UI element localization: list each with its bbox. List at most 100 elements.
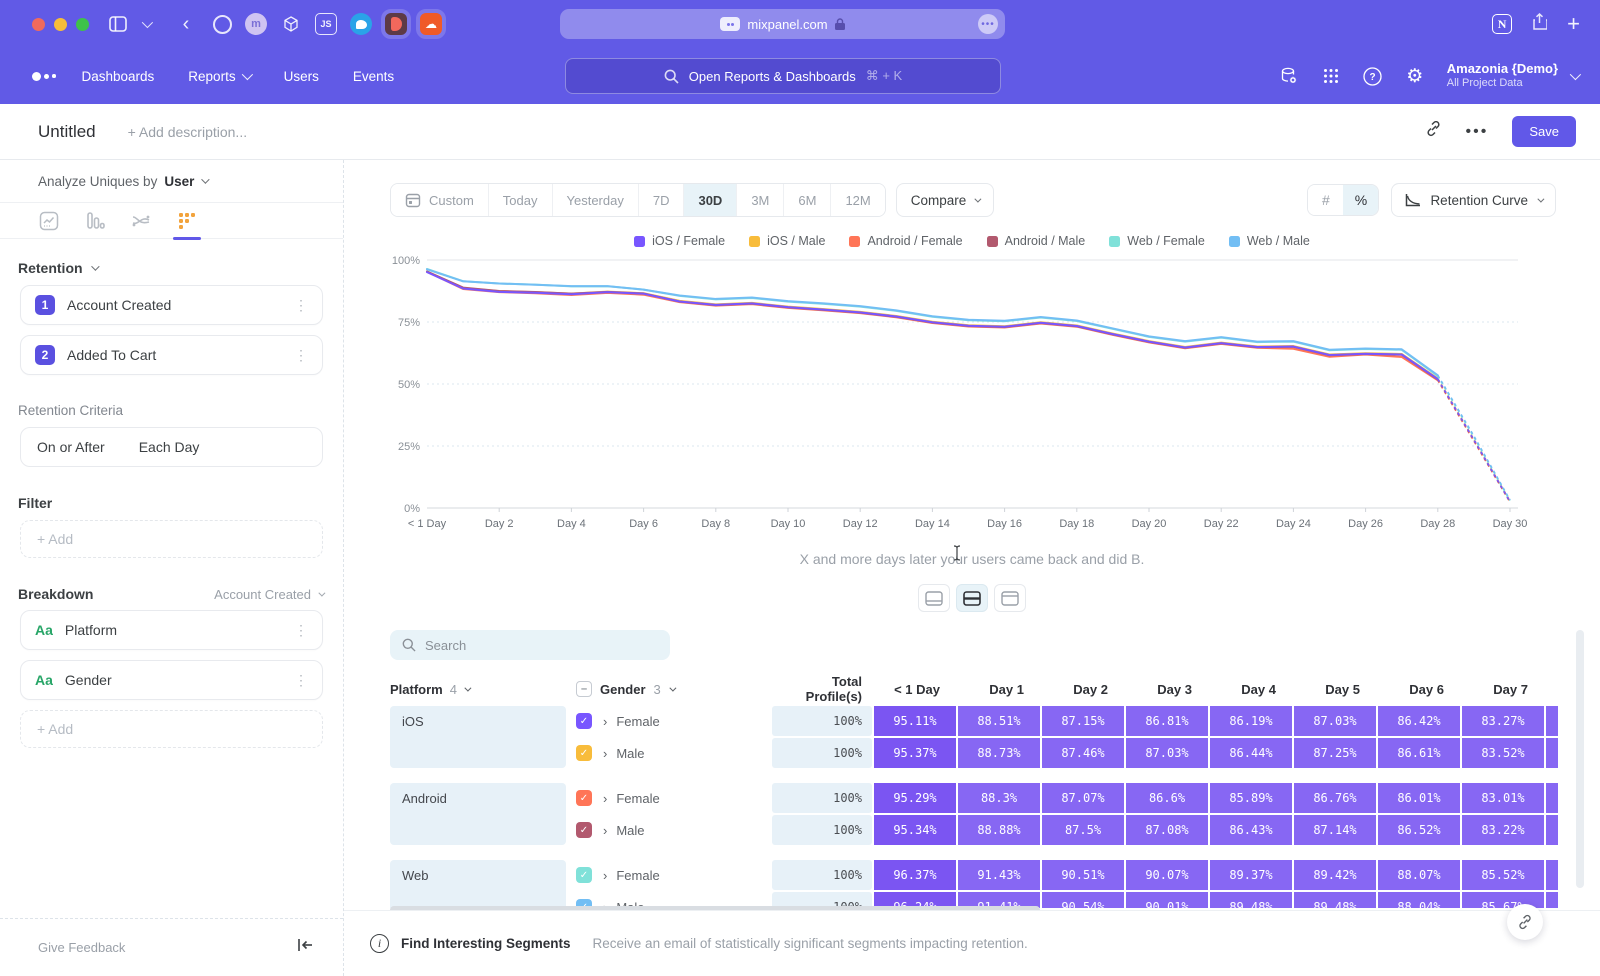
copy-link-icon[interactable] [1425, 121, 1442, 143]
row-checkbox[interactable]: ✓ [576, 745, 592, 761]
close-window-button[interactable] [32, 18, 45, 31]
table-row[interactable]: ✓›Male100%95.37%88.73%87.46%87.03%86.44%… [576, 738, 1558, 768]
retention-value-cell[interactable]: 87.08% [1126, 815, 1208, 845]
retention-value-cell[interactable]: 86.19% [1210, 706, 1292, 736]
mixpanel-logo[interactable] [32, 72, 56, 81]
table-row[interactable]: ✓›Female100%95.29%88.3%87.07%86.6%85.89%… [576, 783, 1558, 813]
save-button[interactable]: Save [1512, 116, 1576, 147]
apps-grid-icon[interactable] [1321, 66, 1341, 86]
new-tab-icon[interactable]: + [1567, 11, 1580, 37]
view-chart-only-button[interactable] [918, 584, 950, 612]
add-breakdown-button[interactable]: + Add [20, 710, 323, 748]
retention-value-cell[interactable]: 95.11% [874, 706, 956, 736]
tab-funnels[interactable] [84, 207, 106, 235]
chevron-right-icon[interactable]: › [603, 823, 607, 838]
table-row[interactable]: ✓›Female100%95.11%88.51%87.15%86.81%86.1… [576, 706, 1558, 736]
retention-value-cell[interactable]: 90.54% [1042, 892, 1124, 908]
date-range-today[interactable]: Today [489, 184, 553, 216]
row-checkbox[interactable]: ✓ [576, 790, 592, 806]
row-checkbox[interactable]: ✓ [576, 713, 592, 729]
extension-icons[interactable]: m JS ☁ [213, 13, 442, 35]
retention-value-cell[interactable]: 86.6% [1126, 783, 1208, 813]
day-column-header[interactable]: Day 5 [1292, 682, 1376, 697]
url-more-icon[interactable]: ••• [978, 14, 998, 34]
breakdown-property-name[interactable]: Platform [65, 622, 282, 638]
retention-line-chart[interactable]: 100%75%50%25%0%< 1 DayDay 2Day 4Day 6Day… [390, 254, 1560, 540]
retention-value-cell[interactable]: 86.42% [1378, 706, 1460, 736]
cube-extension-icon[interactable] [280, 13, 302, 35]
date-range-30d[interactable]: 30D [684, 184, 737, 216]
kebab-menu-icon[interactable]: ⋮ [294, 347, 308, 364]
retention-value-cell[interactable]: 90.01% [1126, 892, 1208, 908]
retention-value-cell[interactable]: 89.48% [1210, 892, 1292, 908]
criteria-mode[interactable]: On or After [37, 439, 105, 455]
tab-retention[interactable] [176, 207, 198, 235]
retention-value-cell[interactable]: 95.29% [874, 783, 956, 813]
day-column-header[interactable]: Day 4 [1208, 682, 1292, 697]
day-column-header[interactable]: Day 3 [1124, 682, 1208, 697]
retention-value-cell[interactable]: 89.42% [1294, 860, 1376, 890]
retention-value-cell[interactable]: 87.07% [1042, 783, 1124, 813]
breakdown-platform[interactable]: Aa Platform ⋮ [20, 610, 323, 650]
gender-cell[interactable]: ✓›Male [576, 815, 772, 845]
sidebar-toggle-icon[interactable] [107, 13, 129, 35]
total-profiles-header[interactable]: Total Profile(s) [772, 674, 872, 704]
retention-value-cell[interactable]: 86.52% [1378, 815, 1460, 845]
date-range-12m[interactable]: 12M [831, 184, 884, 216]
retention-value-cell[interactable]: 91.43% [958, 860, 1040, 890]
table-row[interactable]: ✓›Male100%95.34%88.88%87.5%87.08%86.43%8… [576, 815, 1558, 845]
zoom-window-button[interactable] [76, 18, 89, 31]
nav-item-reports[interactable]: Reports [188, 69, 249, 84]
notion-tab-icon[interactable]: N [1492, 14, 1512, 34]
chart-type-dropdown[interactable]: Retention Curve [1391, 183, 1556, 217]
platform-cell[interactable]: Android [390, 783, 566, 845]
chevron-right-icon[interactable]: › [603, 714, 607, 729]
retention-value-cell[interactable]: 86.81% [1126, 706, 1208, 736]
tab-insights[interactable] [38, 207, 60, 235]
breakdown-gender[interactable]: Aa Gender ⋮ [20, 660, 323, 700]
retention-value-cell[interactable]: 87.03% [1294, 706, 1376, 736]
add-filter-button[interactable]: + Add [20, 520, 323, 558]
retention-value-cell[interactable]: 87.15% [1042, 706, 1124, 736]
view-split-button[interactable] [956, 584, 988, 612]
kebab-menu-icon[interactable]: ⋮ [294, 672, 308, 689]
chevron-right-icon[interactable]: › [603, 791, 607, 806]
retention-value-cell[interactable]: 86.43% [1210, 815, 1292, 845]
retention-value-cell[interactable]: 87.14% [1294, 815, 1376, 845]
retention-value-cell[interactable]: 88.51% [958, 706, 1040, 736]
legend-item[interactable]: Android / Female [849, 234, 962, 248]
retention-value-cell[interactable]: 86.01% [1378, 783, 1460, 813]
date-range-yesterday[interactable]: Yesterday [553, 184, 639, 216]
retention-value-cell[interactable]: 86.76% [1294, 783, 1376, 813]
retention-value-cell[interactable]: 83.22% [1462, 815, 1544, 845]
legend-item[interactable]: iOS / Male [749, 234, 825, 248]
retention-value-cell[interactable]: 89.37% [1210, 860, 1292, 890]
day-column-header[interactable]: < 1 Day [872, 682, 956, 697]
retention-value-cell[interactable]: 87.25% [1294, 738, 1376, 768]
day-column-header[interactable]: Day 6 [1376, 682, 1460, 697]
retention-value-cell[interactable]: 85.89% [1210, 783, 1292, 813]
retention-value-cell[interactable]: 88.88% [958, 815, 1040, 845]
legend-item[interactable]: Android / Male [987, 234, 1086, 248]
row-checkbox[interactable]: ✓ [576, 867, 592, 883]
chevron-down-icon[interactable] [135, 13, 157, 35]
step-event-name[interactable]: Account Created [67, 297, 282, 313]
nav-item-dashboards[interactable]: Dashboards [82, 69, 155, 84]
window-controls[interactable] [32, 18, 89, 31]
retention-value-cell[interactable]: 83.01% [1462, 783, 1544, 813]
retention-value-cell[interactable]: 86.44% [1210, 738, 1292, 768]
retention-value-cell[interactable]: 83.52% [1462, 738, 1544, 768]
legend-item[interactable]: iOS / Female [634, 234, 725, 248]
global-search-button[interactable]: Open Reports & Dashboards ⌘ + K [565, 58, 1001, 94]
date-range-6m[interactable]: 6M [784, 184, 831, 216]
nav-item-users[interactable]: Users [284, 69, 319, 84]
platform-cell[interactable]: iOS [390, 706, 566, 768]
retention-value-cell[interactable]: 86.61% [1378, 738, 1460, 768]
red-app-extension-icon[interactable] [385, 13, 407, 35]
gender-column-header[interactable]: – Gender 3 [576, 681, 772, 697]
url-bar[interactable]: mixpanel.com ••• [560, 9, 1005, 39]
chevron-right-icon[interactable]: › [603, 868, 607, 883]
kebab-menu-icon[interactable]: ⋮ [294, 297, 308, 314]
criteria-interval[interactable]: Each Day [139, 439, 200, 455]
gender-cell[interactable]: ✓›Female [576, 783, 772, 813]
